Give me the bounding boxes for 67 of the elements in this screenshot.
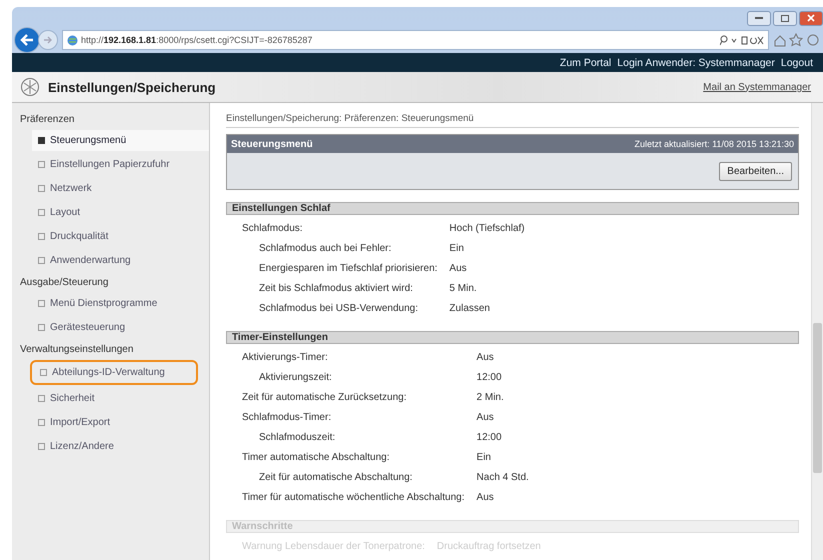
mail-link[interactable]: Mail an Systemmanager <box>703 82 811 92</box>
breadcrumb: Einstellungen/Speicherung: Präferenzen: Steuerungsmenü <box>226 113 799 128</box>
setting-value: Aus <box>476 491 495 505</box>
minimize-icon <box>755 16 763 20</box>
edit-button[interactable]: Bearbeiten... <box>719 162 792 180</box>
setting-value: Ein <box>449 242 465 256</box>
address-bar[interactable]: http://192.168.1.81:8000/rps/csett.cgi?CSIJT=-826785287 <box>62 30 769 50</box>
minimize-button[interactable] <box>747 10 771 26</box>
setting-value: 2 Min. <box>476 391 505 405</box>
back-button[interactable] <box>14 27 40 53</box>
close-button[interactable] <box>799 10 823 26</box>
setting-value: Hoch (Tiefschlaf) <box>449 222 526 236</box>
setting-value: 12:00 <box>476 431 503 445</box>
setting-value: Aus <box>449 262 468 276</box>
sidebar-item[interactable]: Druckqualität <box>32 226 209 247</box>
close-icon <box>807 14 815 22</box>
setting-label: Zeit für automatische Zurücksetzung: <box>241 391 408 405</box>
sidebar-item[interactable]: Import/Export <box>32 412 209 433</box>
settings-icon <box>20 77 40 97</box>
header-link[interactable]: Login Anwender: Systemmanager <box>617 56 775 68</box>
section-header: Einstellungen Schlaf <box>226 202 799 215</box>
setting-label: Aktivierungs-Timer: <box>241 351 329 365</box>
sidebar-item[interactable]: Gerätesteuerung <box>32 317 209 338</box>
setting-label: Schlafmodus auch bei Fehler: <box>258 242 392 256</box>
setting-label: Schlafmodus bei USB-Verwendung: <box>258 302 419 316</box>
maximize-button[interactable] <box>773 10 797 26</box>
sidebar-heading: Verwaltungseinstellungen <box>19 343 134 357</box>
toolbar-icons[interactable] <box>773 33 819 47</box>
sidebar-item[interactable]: Einstellungen Papierzufuhr <box>32 154 209 175</box>
sidebar-heading: Präferenzen <box>19 113 76 127</box>
setting-label: Schlafmodus-Timer: <box>241 411 332 425</box>
setting-value: Ein <box>476 451 492 465</box>
header-link[interactable]: Zum Portal <box>560 56 612 68</box>
sidebar-item[interactable]: Steuerungsmenü <box>32 130 209 151</box>
setting-value: 5 Min. <box>449 282 478 296</box>
setting-label: Schlafmodus: <box>241 222 304 236</box>
setting-label: Aktivierungszeit: <box>258 371 333 385</box>
setting-label: Zeit bis Schlafmodus aktiviert wird: <box>258 282 414 296</box>
scrollbar[interactable] <box>811 103 823 560</box>
sidebar-item[interactable]: Anwenderwartung <box>32 250 209 271</box>
setting-label: Timer für automatische wöchentliche Abschaltung: <box>241 491 465 505</box>
sidebar-item[interactable]: Lizenz/Andere <box>32 436 209 457</box>
sidebar-item[interactable]: Abteilungs-ID-Verwaltung <box>30 360 198 385</box>
header-link[interactable]: Logout <box>780 56 813 68</box>
section-header: Timer-Einstellungen <box>226 331 799 344</box>
globe-icon <box>67 34 78 46</box>
setting-value: Aus <box>476 411 495 425</box>
setting-label: Timer automatische Abschaltung: <box>241 451 390 465</box>
back-arrow-icon <box>20 34 34 46</box>
forward-arrow-icon <box>43 35 53 45</box>
sidebar-item[interactable]: Sicherheit <box>32 388 209 409</box>
setting-value: Nach 4 Std. <box>476 471 530 485</box>
search-refresh-icon <box>720 34 764 46</box>
sidebar-item[interactable]: Layout <box>32 202 209 223</box>
setting-label: Energiesparen im Tiefschlaf priorisieren: <box>258 262 438 276</box>
sidebar-item[interactable]: Netzwerk <box>32 178 209 199</box>
setting-label: Zeit für automatische Abschaltung: <box>258 471 414 485</box>
last-updated: Zuletzt aktualisiert: 11/08 2015 13:21:30 <box>634 139 794 149</box>
sidebar-item[interactable]: Menü Dienstprogramme <box>32 293 209 314</box>
sidebar-heading: Ausgabe/Steuerung <box>19 276 110 290</box>
panel-title: Steuerungsmenü <box>231 138 313 150</box>
page-title: Einstellungen/Speicherung <box>48 80 217 94</box>
setting-value: Zulassen <box>449 302 491 316</box>
setting-label: Schlafmoduszeit: <box>258 431 336 445</box>
maximize-icon <box>781 14 789 22</box>
setting-value: 12:00 <box>476 371 503 385</box>
setting-value: Aus <box>476 351 495 365</box>
